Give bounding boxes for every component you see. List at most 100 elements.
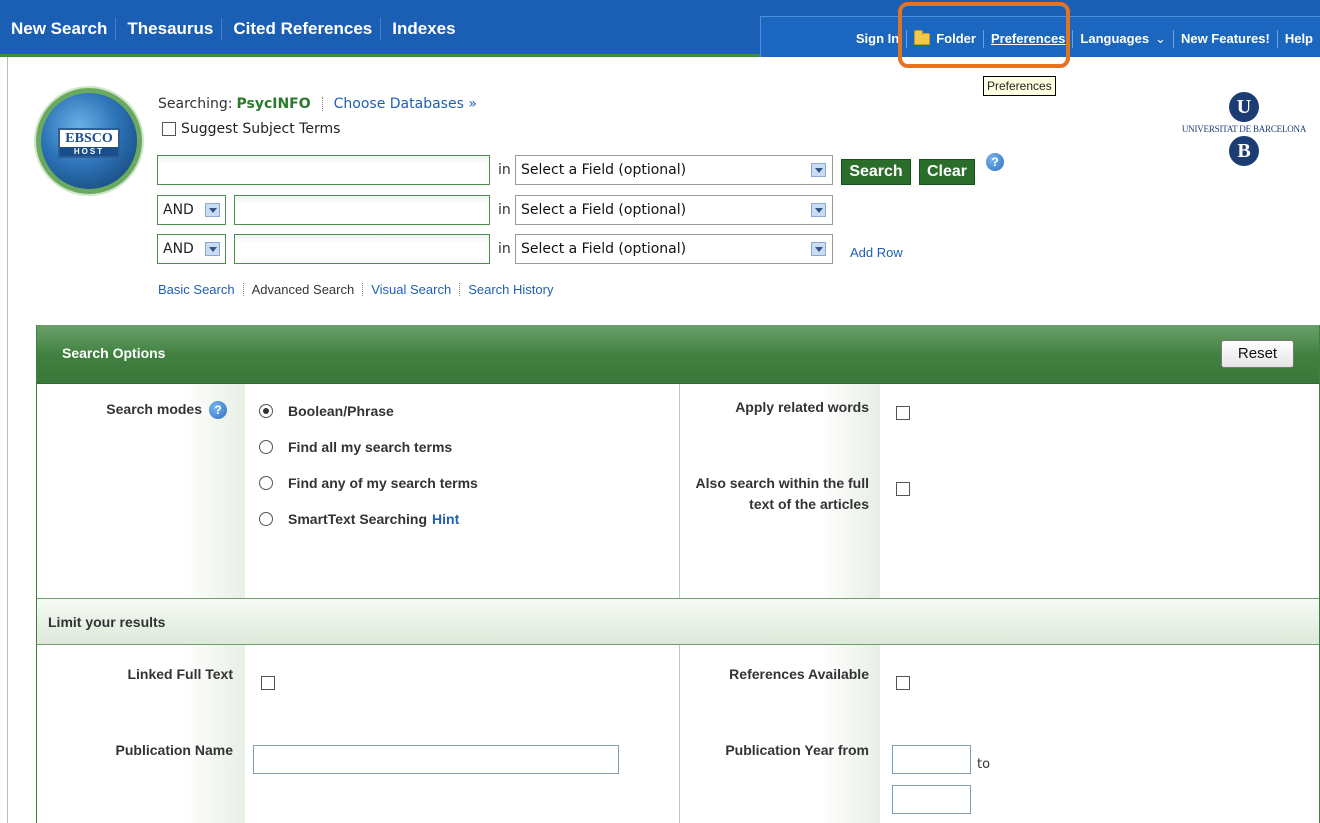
publication-name-label: Publication Name [115, 742, 233, 758]
search-options-title: Search Options [62, 345, 166, 361]
choose-databases-link[interactable]: Choose Databases » [334, 96, 477, 112]
boolean-select-value: AND [163, 202, 194, 218]
divider [242, 283, 244, 296]
database-name: PsycINFO [236, 96, 311, 112]
dropdown-arrow-icon [811, 242, 826, 256]
divider [321, 97, 323, 111]
boolean-select-2[interactable]: AND [157, 195, 226, 225]
apply-related-words-checkbox[interactable] [896, 406, 910, 420]
university-name: UNIVERSITAT DE BARCELONA [1181, 124, 1307, 134]
search-modes-text: Search modes [106, 401, 202, 417]
divider [459, 283, 461, 296]
visual-search-link[interactable]: Visual Search [371, 282, 451, 297]
publication-name-input[interactable] [253, 745, 619, 774]
publication-year-from-input[interactable] [892, 745, 971, 774]
search-modes-label: Search modes ? [57, 399, 227, 420]
help-icon[interactable]: ? [986, 153, 1004, 171]
ebscohost-logo[interactable]: EBSCO HOST [36, 88, 142, 194]
folder-link[interactable]: Folder [906, 30, 983, 48]
search-button[interactable]: Search [841, 159, 911, 185]
limit-results-title: Limit your results [48, 614, 166, 630]
field-select-value: Select a Field (optional) [521, 162, 687, 178]
radio-button[interactable] [259, 476, 273, 490]
dropdown-arrow-icon [205, 242, 220, 256]
mode-label: SmartText Searching [288, 511, 428, 527]
in-label: in [498, 202, 511, 218]
university-logo-b: B [1229, 136, 1259, 166]
search-options-panel: Search Options Reset Search modes ? Bool… [36, 325, 1320, 823]
advanced-search-link[interactable]: Advanced Search [252, 282, 355, 297]
field-select-value: Select a Field (optional) [521, 241, 687, 257]
sign-in-link[interactable]: Sign In [849, 30, 906, 48]
languages-menu[interactable]: Languages ⌄ [1072, 30, 1173, 48]
apply-related-words-label: Apply related words [735, 399, 869, 415]
university-logo-u: U [1229, 92, 1259, 122]
hint-link[interactable]: Hint [432, 511, 459, 527]
help-link[interactable]: Help [1276, 30, 1320, 48]
references-available-checkbox[interactable] [896, 676, 910, 690]
field-select-1[interactable]: Select a Field (optional) [515, 155, 833, 185]
search-mode-links: Basic Search Advanced Search Visual Sear… [158, 282, 553, 297]
linked-full-text-checkbox[interactable] [261, 676, 275, 690]
mode-label: Find any of my search terms [288, 475, 478, 491]
search-history-link[interactable]: Search History [468, 282, 553, 297]
search-input-3[interactable] [234, 234, 490, 264]
top-nav: New Search Thesaurus Cited References In… [0, 18, 464, 40]
mode-find-any[interactable]: Find any of my search terms [259, 475, 478, 491]
publication-year-to-input[interactable] [892, 785, 971, 814]
mode-boolean-phrase[interactable]: Boolean/Phrase [259, 403, 394, 419]
reset-button[interactable]: Reset [1221, 340, 1294, 368]
divider [362, 283, 364, 296]
field-select-value: Select a Field (optional) [521, 202, 687, 218]
field-select-3[interactable]: Select a Field (optional) [515, 234, 833, 264]
nav-thesaurus[interactable]: Thesaurus [115, 18, 221, 40]
preferences-link[interactable]: Preferences [982, 30, 1072, 48]
nav-new-search[interactable]: New Search [0, 18, 115, 40]
logo-subtext: HOST [60, 147, 118, 156]
search-input-2[interactable] [234, 195, 490, 225]
in-label: in [498, 162, 511, 178]
radio-button[interactable] [259, 440, 273, 454]
mode-label: Boolean/Phrase [288, 403, 394, 419]
linked-full-text-label: Linked Full Text [127, 666, 233, 682]
clear-button[interactable]: Clear [919, 159, 975, 185]
limit-results-header: Limit your results [37, 598, 1319, 645]
mode-smarttext[interactable]: SmartText Searching Hint [259, 511, 459, 527]
basic-search-link[interactable]: Basic Search [158, 282, 235, 297]
searching-line: Searching: PsycINFO Choose Databases » [158, 96, 477, 112]
publication-year-from-label: Publication Year from [725, 742, 869, 758]
suggest-subject-terms-label: Suggest Subject Terms [181, 121, 341, 137]
languages-label: Languages [1080, 31, 1150, 46]
suggest-subject-terms-checkbox[interactable] [162, 122, 176, 136]
folder-label: Folder [936, 31, 976, 46]
logo-text: EBSCO [65, 131, 113, 146]
nav-cited-references[interactable]: Cited References [221, 18, 380, 40]
logo-badge: EBSCO HOST [58, 128, 120, 158]
chevron-down-icon: ⌄ [1155, 31, 1166, 46]
add-row-link[interactable]: Add Row [850, 245, 903, 260]
mode-label: Find all my search terms [288, 439, 453, 455]
nav-indexes[interactable]: Indexes [380, 18, 463, 40]
boolean-select-3[interactable]: AND [157, 234, 226, 264]
user-toolbar: Sign In Folder Preferences Languages ⌄ N… [760, 16, 1320, 57]
folder-icon [914, 30, 931, 45]
search-input-1[interactable] [157, 155, 490, 185]
references-available-label: References Available [729, 666, 869, 682]
search-modes-help-icon[interactable]: ? [209, 400, 227, 419]
full-text-search-checkbox[interactable] [896, 482, 910, 496]
top-bar: New Search Thesaurus Cited References In… [0, 0, 1320, 57]
university-logo: U UNIVERSITAT DE BARCELONA B [1168, 92, 1320, 166]
radio-button[interactable] [259, 404, 273, 418]
page-border [7, 57, 8, 823]
full-text-search-label: Also search within the full text of the … [695, 475, 869, 512]
dropdown-arrow-icon [811, 163, 826, 177]
preferences-tooltip: Preferences [983, 76, 1056, 96]
boolean-select-value: AND [163, 241, 194, 257]
field-select-2[interactable]: Select a Field (optional) [515, 195, 833, 225]
suggest-subject-terms[interactable]: Suggest Subject Terms [162, 121, 340, 137]
radio-button[interactable] [259, 512, 273, 526]
new-features-link[interactable]: New Features! [1172, 30, 1277, 48]
dropdown-arrow-icon [811, 203, 826, 217]
mode-find-all[interactable]: Find all my search terms [259, 439, 452, 455]
to-label: to [977, 757, 991, 772]
